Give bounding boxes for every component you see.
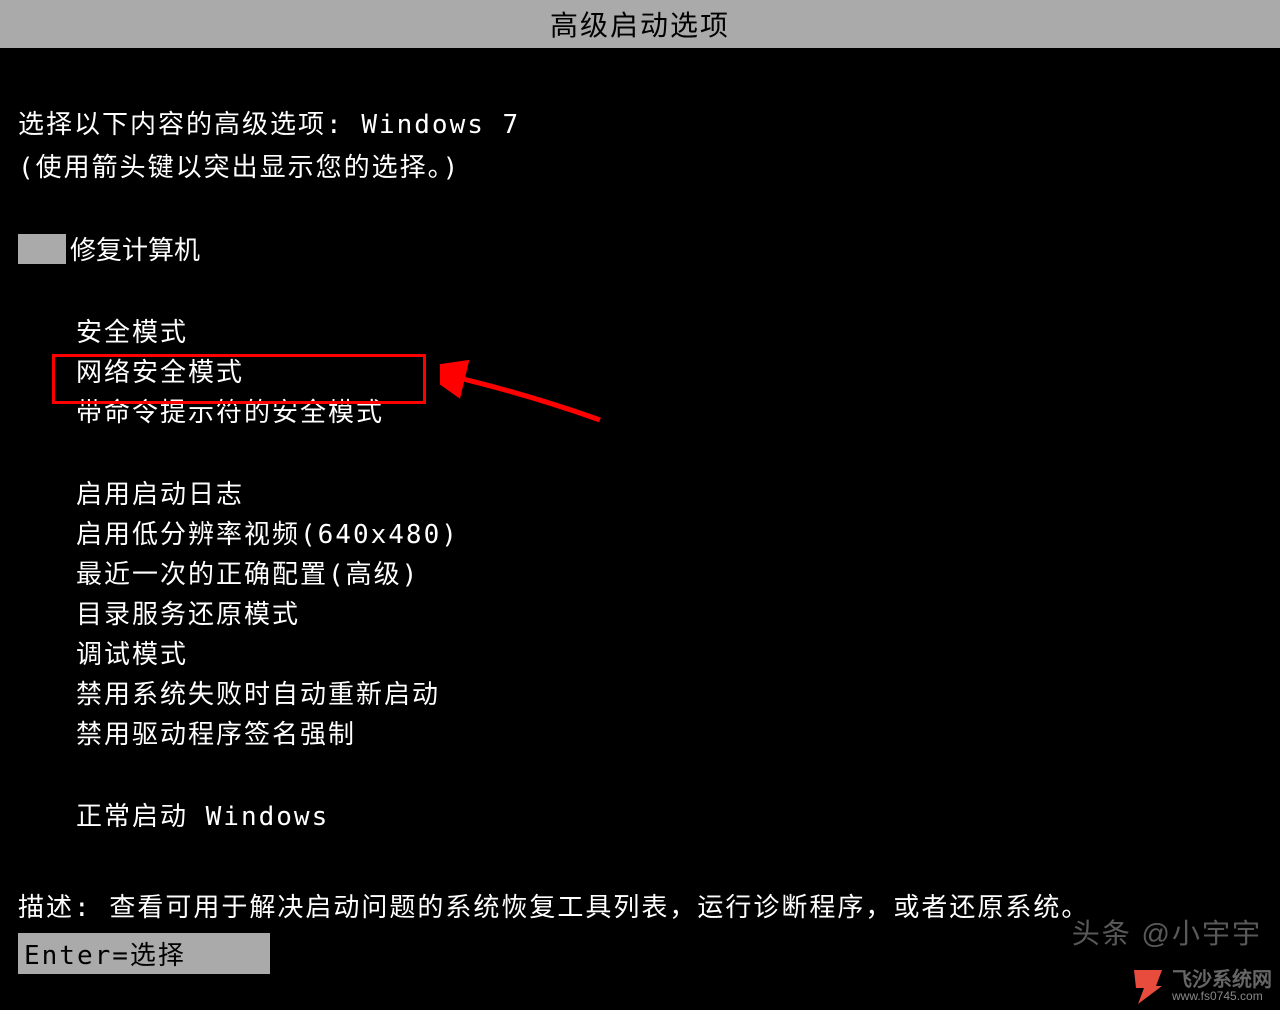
watermark-author: 头条 @小宇宇 [1072,912,1262,952]
footer-enter-label: Enter=选择 [24,941,186,971]
watermark-site: 飞沙系统网 www.fs0745.com [1126,966,1272,1006]
os-name: Windows 7 [361,110,520,140]
option-enable-boot-logging[interactable]: 启用启动日志 [76,475,1262,515]
option-repair-computer[interactable]: 修复计算机 [70,230,200,267]
option-low-res-video[interactable]: 启用低分辨率视频(640x480) [76,515,1262,555]
watermark-author-text: 头条 @小宇宇 [1072,918,1262,949]
prompt-line: 选择以下内容的高级选项: Windows 7 [18,104,1262,141]
option-last-known-good[interactable]: 最近一次的正确配置(高级) [76,555,1262,595]
selection-highlight [18,234,66,264]
site-name: 飞沙系统网 [1172,970,1272,990]
instruction-line: (使用箭头键以突出显示您的选择。) [18,147,1262,184]
description-label: 描述: [18,893,109,923]
title-bar: 高级启动选项 [0,0,1280,48]
options-block: 修复计算机 [18,230,1262,267]
option-group-1: 安全模式 网络安全模式 带命令提示符的安全模式 [76,313,1262,433]
option-disable-auto-restart[interactable]: 禁用系统失败时自动重新启动 [76,675,1262,715]
option-safe-mode[interactable]: 安全模式 [76,313,1262,353]
prompt-prefix: 选择以下内容的高级选项: [18,110,361,140]
site-text-block: 飞沙系统网 www.fs0745.com [1172,970,1272,1002]
instruction-text: (使用箭头键以突出显示您的选择。) [18,153,460,183]
option-directory-restore[interactable]: 目录服务还原模式 [76,595,1262,635]
option-debugging-mode[interactable]: 调试模式 [76,635,1262,675]
option-safe-mode-command-prompt[interactable]: 带命令提示符的安全模式 [76,393,1262,433]
site-logo-icon [1126,966,1166,1006]
page-title: 高级启动选项 [550,9,730,42]
option-group-3: 正常启动 Windows [76,797,1262,837]
option-group-2: 启用启动日志 启用低分辨率视频(640x480) 最近一次的正确配置(高级) 目… [76,475,1262,755]
option-safe-mode-networking[interactable]: 网络安全模式 [76,353,1262,393]
site-url: www.fs0745.com [1172,990,1272,1002]
description-text: 查看可用于解决启动问题的系统恢复工具列表，运行诊断程序，或者还原系统。 [109,893,1089,923]
option-disable-driver-signing[interactable]: 禁用驱动程序签名强制 [76,715,1262,755]
content-area: 选择以下内容的高级选项: Windows 7 (使用箭头键以突出显示您的选择。)… [0,48,1280,924]
footer-bar: Enter=选择 [18,933,270,974]
option-start-normally[interactable]: 正常启动 Windows [76,797,1262,837]
